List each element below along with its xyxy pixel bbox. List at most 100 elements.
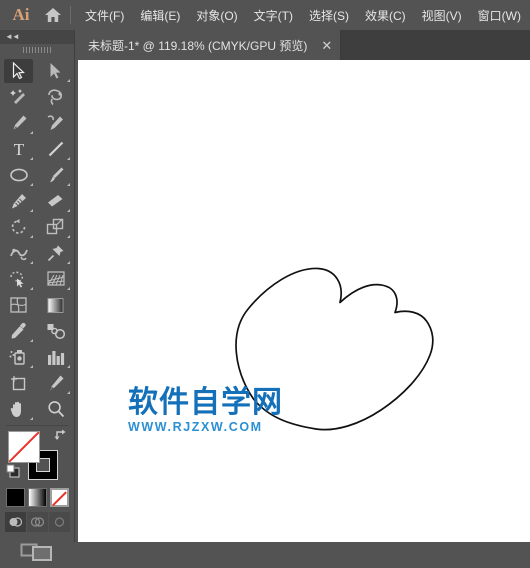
gradient-button[interactable] bbox=[27, 488, 47, 507]
tool-column-graph[interactable] bbox=[37, 344, 74, 370]
swap-fill-stroke-icon[interactable] bbox=[54, 428, 68, 442]
tool-rotate[interactable] bbox=[0, 214, 37, 240]
tool-direct-selection[interactable] bbox=[37, 58, 74, 84]
draw-mode-buttons bbox=[0, 512, 74, 532]
rotate-icon bbox=[11, 219, 25, 234]
tool-curvature[interactable] bbox=[37, 110, 74, 136]
document-tab-bar: 未标题-1* @ 119.18% (CMYK/GPU 预览) ✕ bbox=[78, 30, 530, 60]
tool-blob-brush[interactable] bbox=[0, 188, 37, 214]
tool-shape-builder[interactable] bbox=[0, 266, 37, 292]
shape-builder-icon bbox=[9, 271, 23, 288]
magnifier-icon bbox=[47, 401, 64, 418]
tools-panel-grip[interactable] bbox=[0, 44, 74, 56]
tool-lasso[interactable] bbox=[37, 84, 74, 110]
tool-puppet-warp[interactable] bbox=[37, 240, 74, 266]
app-logo: Ai bbox=[12, 5, 30, 24]
tool-group-corner-icon bbox=[67, 79, 70, 82]
screen-mode-icon bbox=[20, 543, 52, 561]
tool-eraser[interactable] bbox=[37, 188, 74, 214]
draw-behind-button[interactable] bbox=[26, 512, 48, 532]
tool-selection[interactable] bbox=[0, 58, 37, 84]
tool-width-warp[interactable] bbox=[0, 240, 37, 266]
collapse-panel-icon[interactable]: ◄◄ bbox=[5, 33, 20, 41]
slice-knife-icon bbox=[50, 375, 63, 391]
gradient-icon bbox=[47, 297, 64, 313]
tool-ellipse[interactable] bbox=[0, 162, 37, 188]
fill-swatch[interactable] bbox=[8, 431, 40, 463]
menu-item-object[interactable]: 对象(O) bbox=[188, 4, 245, 27]
tool-group-corner-icon bbox=[67, 287, 70, 290]
scale-icon bbox=[46, 218, 64, 235]
menu-divider bbox=[70, 6, 71, 24]
menu-item-file[interactable]: 文件(F) bbox=[77, 4, 132, 27]
pen-icon bbox=[13, 115, 26, 130]
color-button[interactable] bbox=[5, 488, 25, 507]
tool-group-corner-icon bbox=[30, 235, 33, 238]
tool-group-corner-icon bbox=[67, 235, 70, 238]
tool-group-corner-icon bbox=[67, 391, 70, 394]
blend-icon bbox=[47, 324, 65, 340]
tool-group-corner-icon bbox=[30, 287, 33, 290]
tool-grid: T bbox=[0, 56, 74, 422]
hand-drawn-cloud-path[interactable] bbox=[78, 60, 530, 542]
lasso-icon bbox=[48, 89, 63, 106]
tool-type[interactable]: T bbox=[0, 136, 37, 162]
document-tab[interactable]: 未标题-1* @ 119.18% (CMYK/GPU 预览) ✕ bbox=[78, 30, 342, 60]
pushpin-icon bbox=[47, 245, 63, 262]
close-icon[interactable]: ✕ bbox=[321, 39, 332, 52]
draw-behind-icon bbox=[30, 517, 44, 527]
draw-inside-button[interactable] bbox=[48, 512, 70, 532]
illustrator-window: Ai 文件(F) 编辑(E) 对象(O) 文字(T) 选择(S) 效果(C) 视… bbox=[0, 0, 530, 561]
tool-eyedropper[interactable] bbox=[0, 318, 37, 344]
selection-arrow-icon bbox=[12, 62, 25, 80]
tool-artboard[interactable] bbox=[0, 370, 37, 396]
draw-inside-icon bbox=[54, 517, 64, 527]
tool-hand[interactable] bbox=[0, 396, 37, 422]
tool-zoom[interactable] bbox=[37, 396, 74, 422]
menu-item-effect[interactable]: 效果(C) bbox=[357, 4, 414, 27]
none-slash-icon bbox=[8, 431, 40, 463]
tool-symbol-sprayer[interactable] bbox=[0, 344, 37, 370]
site-watermark: 软件自学网 WWW.RJZXW.COM bbox=[128, 388, 283, 434]
tool-line-segment[interactable] bbox=[37, 136, 74, 162]
menu-item-edit[interactable]: 编辑(E) bbox=[132, 4, 188, 27]
tools-panel-header: ◄◄ bbox=[0, 30, 74, 44]
watermark-english: WWW.RJZXW.COM bbox=[128, 420, 263, 434]
default-fill-stroke-icon[interactable] bbox=[6, 464, 20, 478]
screen-mode-row bbox=[0, 539, 74, 568]
tool-group-corner-icon bbox=[30, 183, 33, 186]
mesh-icon bbox=[10, 297, 27, 313]
tool-magic-wand[interactable] bbox=[0, 84, 37, 110]
symbol-sprayer-icon bbox=[9, 350, 25, 365]
draw-normal-button[interactable] bbox=[4, 512, 26, 532]
type-icon: T bbox=[13, 140, 24, 158]
menu-item-select[interactable]: 选择(S) bbox=[301, 4, 357, 27]
tool-group-corner-icon bbox=[30, 131, 33, 134]
tool-group-corner-icon bbox=[67, 209, 70, 212]
tool-gradient[interactable] bbox=[37, 292, 74, 318]
home-icon[interactable] bbox=[38, 7, 68, 23]
menu-item-type[interactable]: 文字(T) bbox=[246, 4, 301, 27]
tool-pen[interactable] bbox=[0, 110, 37, 136]
warp-icon bbox=[9, 248, 28, 261]
change-screen-mode-button[interactable] bbox=[20, 539, 54, 568]
tool-perspective-grid[interactable] bbox=[37, 266, 74, 292]
none-button[interactable] bbox=[49, 488, 69, 507]
tool-blend[interactable] bbox=[37, 318, 74, 344]
tool-mesh[interactable] bbox=[0, 292, 37, 318]
hand-icon bbox=[10, 401, 21, 417]
tool-group-corner-icon bbox=[30, 209, 33, 212]
menu-item-view[interactable]: 视图(V) bbox=[414, 4, 470, 27]
tool-slice[interactable] bbox=[37, 370, 74, 396]
tool-scale[interactable] bbox=[37, 214, 74, 240]
tool-group-corner-icon bbox=[30, 339, 33, 342]
menu-item-window[interactable]: 窗口(W) bbox=[470, 4, 529, 27]
curvature-pen-icon bbox=[47, 115, 63, 130]
draw-normal-icon bbox=[9, 517, 22, 527]
artboard-icon bbox=[11, 376, 26, 391]
eraser-icon bbox=[48, 195, 63, 207]
tool-paintbrush[interactable] bbox=[37, 162, 74, 188]
line-segment-icon bbox=[48, 141, 63, 157]
tool-group-corner-icon bbox=[67, 261, 70, 264]
document-canvas[interactable]: 软件自学网 WWW.RJZXW.COM bbox=[78, 60, 530, 542]
